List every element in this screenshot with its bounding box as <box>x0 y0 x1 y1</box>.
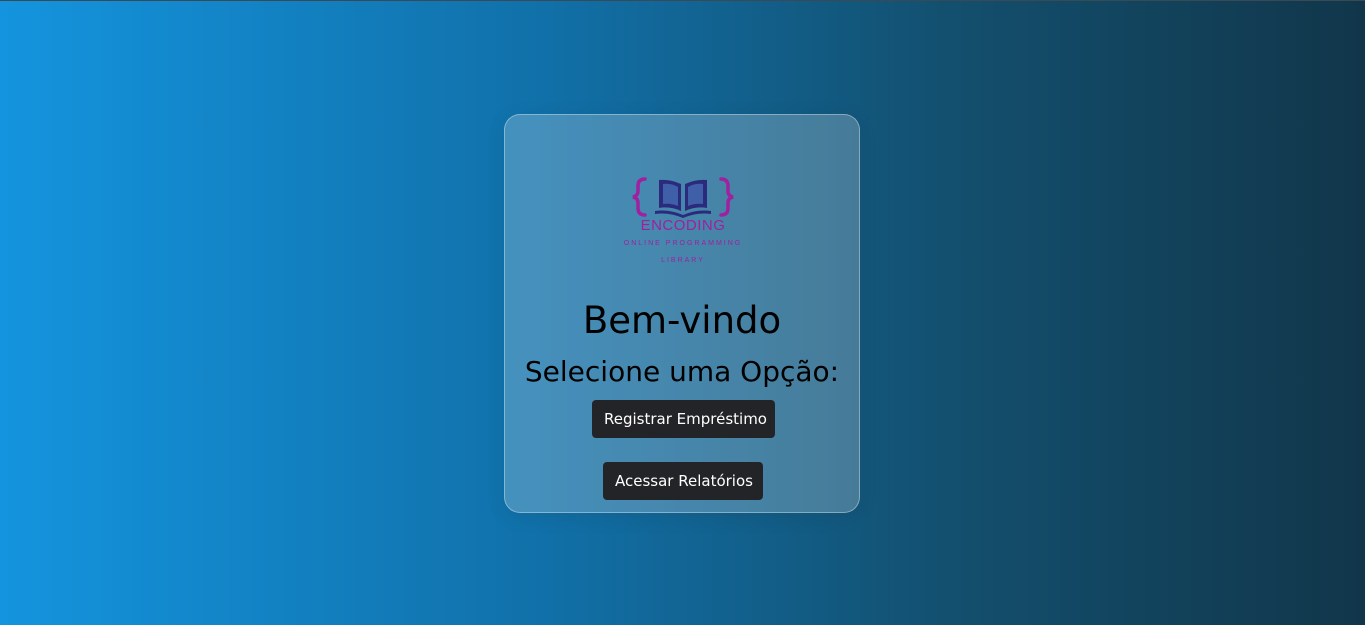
logo-tagline-line1: ONLINE PROGRAMMING <box>624 240 742 247</box>
select-option-subtitle: Selecione uma Opção: <box>524 355 840 388</box>
register-loan-button[interactable]: Registrar Empréstimo <box>592 400 775 438</box>
encoding-logo: ENCODING ONLINE PROGRAMMING LIBRARY <box>623 173 743 269</box>
logo-brand-text: ENCODING <box>641 217 726 234</box>
logo-tagline-line2: LIBRARY <box>661 257 705 264</box>
book-braces-icon: ENCODING ONLINE PROGRAMMING LIBRARY <box>624 177 742 264</box>
welcome-title: Bem-vindo <box>582 299 782 342</box>
welcome-card: ENCODING ONLINE PROGRAMMING LIBRARY Bem-… <box>504 114 860 513</box>
access-reports-button[interactable]: Acessar Relatórios <box>603 462 763 500</box>
